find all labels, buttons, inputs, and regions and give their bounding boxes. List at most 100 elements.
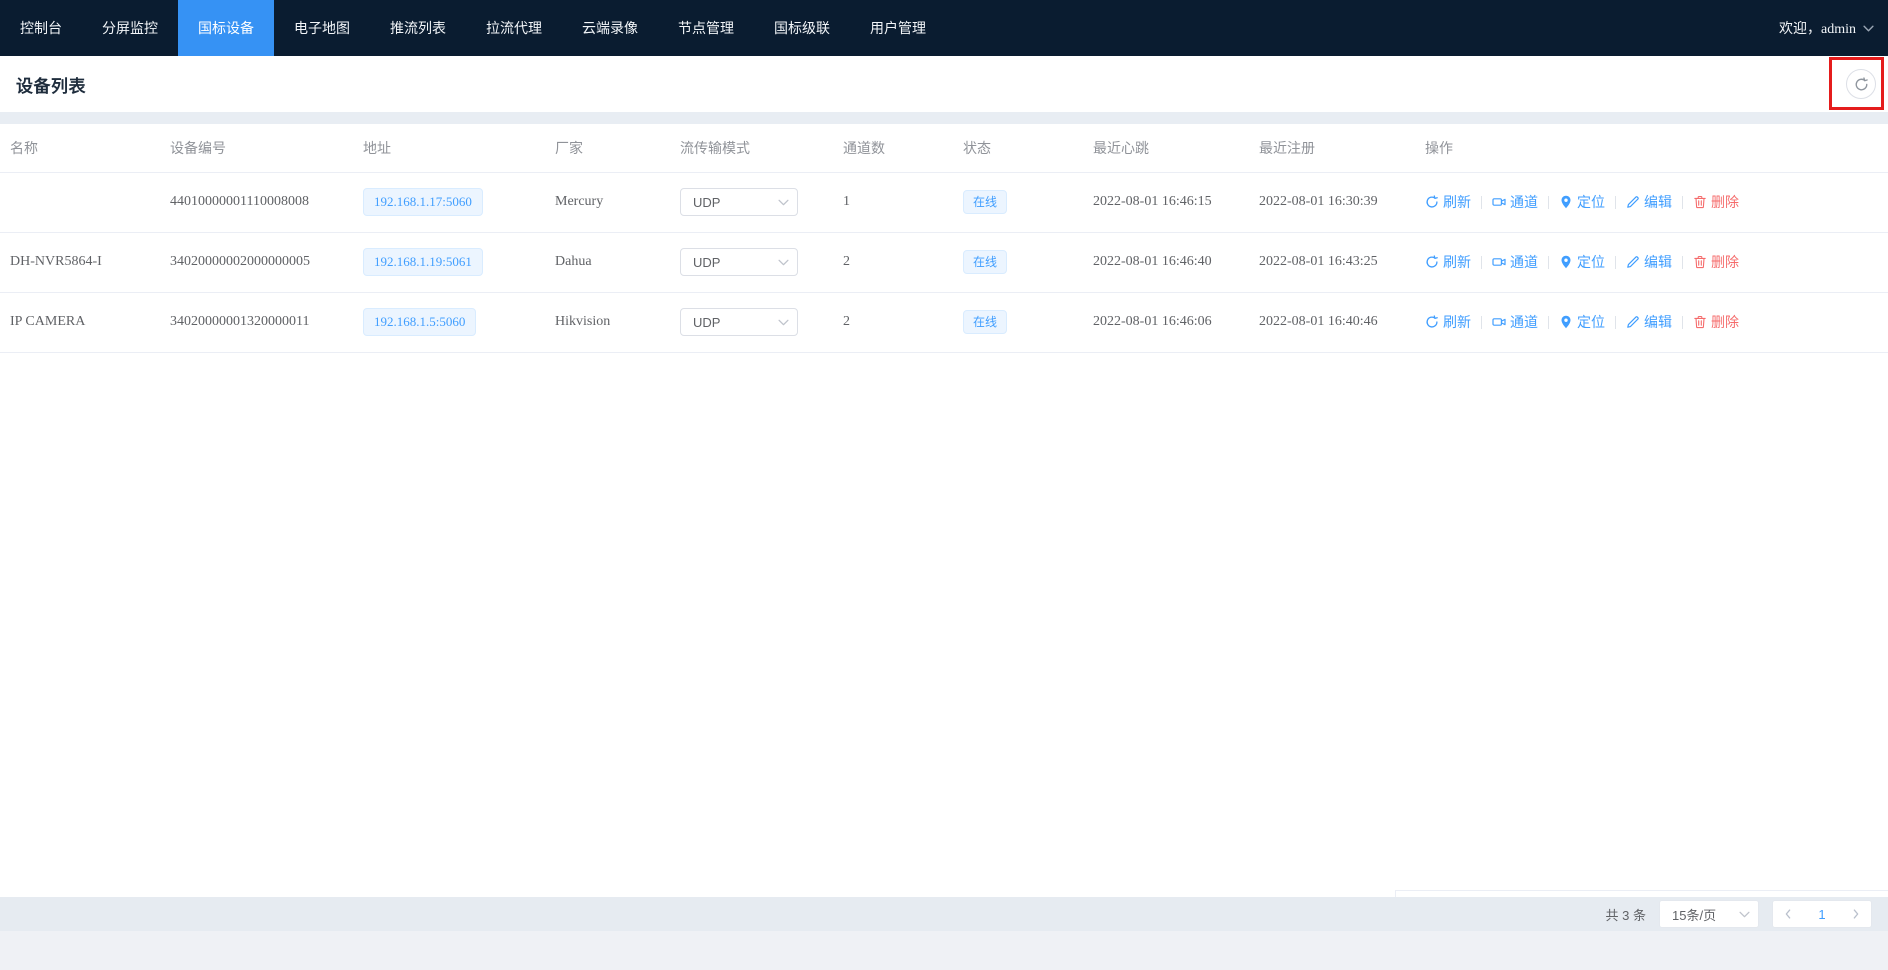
row-locate-button[interactable]: 定位 [1559, 192, 1605, 212]
stream-mode-cell: UDP [670, 292, 833, 352]
nav-tab-electronic-map[interactable]: 电子地图 [274, 0, 370, 56]
row-refresh-button[interactable]: 刷新 [1425, 312, 1471, 332]
row-delete-button[interactable]: 删除 [1693, 192, 1739, 212]
device-name-cell: IP CAMERA [0, 292, 160, 352]
status-badge: 在线 [963, 310, 1007, 334]
col-header-channel-count: 通道数 [833, 124, 953, 172]
user-menu[interactable]: 欢迎，admin [1779, 0, 1888, 56]
device-table-row: IP CAMERA 34020000001320000011 192.168.1… [0, 292, 1888, 352]
last-heartbeat-cell: 2022-08-01 16:46:06 [1083, 292, 1249, 352]
row-channels-button[interactable]: 通道 [1492, 192, 1538, 212]
chevron-down-icon [778, 259, 789, 266]
device-list-card: 名称 设备编号 地址 厂家 流传输模式 通道数 状态 最近心跳 最近注册 操作 … [0, 124, 1888, 897]
stream-mode-cell: UDP [670, 232, 833, 292]
page-number-current[interactable]: 1 [1818, 907, 1825, 922]
welcome-user-label: 欢迎，admin [1779, 18, 1856, 38]
last-heartbeat-cell: 2022-08-01 16:46:40 [1083, 232, 1249, 292]
operations-cell: 刷新 通道 [1415, 292, 1888, 352]
last-register-cell: 2022-08-01 16:43:25 [1249, 232, 1415, 292]
operations-cell: 刷新 通道 [1415, 232, 1888, 292]
edit-pencil-icon [1626, 315, 1640, 329]
chevron-down-icon [1739, 911, 1750, 918]
nav-tab-split-screen-monitor[interactable]: 分屏监控 [82, 0, 178, 56]
trash-icon [1693, 255, 1707, 269]
row-edit-button[interactable]: 编辑 [1626, 252, 1672, 272]
row-refresh-button[interactable]: 刷新 [1425, 192, 1471, 212]
nav-tab-gb-devices[interactable]: 国标设备 [178, 0, 274, 56]
page-background-gap [0, 112, 1888, 124]
action-divider [1682, 196, 1683, 209]
location-pin-icon [1559, 255, 1573, 269]
previous-page-button[interactable] [1785, 909, 1791, 919]
row-delete-button[interactable]: 删除 [1693, 312, 1739, 332]
address-tag: 192.168.1.5:5060 [363, 308, 476, 336]
col-header-status: 状态 [953, 124, 1083, 172]
row-edit-button[interactable]: 编辑 [1626, 312, 1672, 332]
col-header-manufacturer: 厂家 [545, 124, 670, 172]
row-edit-button[interactable]: 编辑 [1626, 192, 1672, 212]
refresh-icon [1425, 255, 1439, 269]
manufacturer-cell: Hikvision [545, 292, 670, 352]
action-divider [1481, 316, 1482, 329]
address-tag: 192.168.1.19:5061 [363, 248, 483, 276]
operations-cell: 刷新 通道 [1415, 172, 1888, 232]
action-divider [1682, 256, 1683, 269]
page-title-bar: 设备列表 [0, 56, 1888, 112]
nav-tab-gb-cascade[interactable]: 国标级联 [754, 0, 850, 56]
row-locate-button[interactable]: 定位 [1559, 252, 1605, 272]
row-delete-button[interactable]: 删除 [1693, 252, 1739, 272]
device-name-cell: DH-NVR5864-I [0, 232, 160, 292]
page-bottom-space [0, 931, 1888, 970]
device-address-cell: 192.168.1.17:5060 [353, 172, 545, 232]
video-camera-icon [1492, 255, 1506, 269]
stream-mode-cell: UDP [670, 172, 833, 232]
stream-mode-value: UDP [693, 315, 720, 330]
nav-tab-push-stream-list[interactable]: 推流列表 [370, 0, 466, 56]
nav-tab-node-management[interactable]: 节点管理 [658, 0, 754, 56]
pagination-bar: 共 3 条 15条/页 1 [0, 897, 1888, 931]
device-id-cell: 34020000001320000011 [160, 292, 353, 352]
row-refresh-button[interactable]: 刷新 [1425, 252, 1471, 272]
row-locate-button[interactable]: 定位 [1559, 312, 1605, 332]
last-register-cell: 2022-08-01 16:30:39 [1249, 172, 1415, 232]
edit-pencil-icon [1626, 255, 1640, 269]
device-name-cell [0, 172, 160, 232]
col-header-address: 地址 [353, 124, 545, 172]
channel-count-cell: 1 [833, 172, 953, 232]
device-table: 名称 设备编号 地址 厂家 流传输模式 通道数 状态 最近心跳 最近注册 操作 … [0, 124, 1888, 353]
fixed-column-border-patch [1395, 890, 1888, 897]
device-address-cell: 192.168.1.5:5060 [353, 292, 545, 352]
top-navbar: 控制台 分屏监控 国标设备 电子地图 推流列表 拉流代理 云端录像 节点管理 国… [0, 0, 1888, 56]
manufacturer-cell: Mercury [545, 172, 670, 232]
video-camera-icon [1492, 315, 1506, 329]
nav-tab-pull-stream-proxy[interactable]: 拉流代理 [466, 0, 562, 56]
device-id-cell: 44010000001110008008 [160, 172, 353, 232]
action-divider [1548, 256, 1549, 269]
video-camera-icon [1492, 195, 1506, 209]
nav-tab-user-management[interactable]: 用户管理 [850, 0, 946, 56]
nav-tab-console[interactable]: 控制台 [0, 0, 82, 56]
nav-tab-cloud-recording[interactable]: 云端录像 [562, 0, 658, 56]
page-size-select[interactable]: 15条/页 [1659, 900, 1759, 928]
stream-mode-select[interactable]: UDP [680, 188, 798, 216]
device-table-row: 44010000001110008008 192.168.1.17:5060 M… [0, 172, 1888, 232]
refresh-list-button[interactable] [1846, 69, 1876, 99]
status-badge: 在线 [963, 250, 1007, 274]
channel-count-cell: 2 [833, 232, 953, 292]
last-heartbeat-cell: 2022-08-01 16:46:15 [1083, 172, 1249, 232]
stream-mode-select[interactable]: UDP [680, 248, 798, 276]
address-tag: 192.168.1.17:5060 [363, 188, 483, 216]
last-register-cell: 2022-08-01 16:40:46 [1249, 292, 1415, 352]
manufacturer-cell: Dahua [545, 232, 670, 292]
col-header-name: 名称 [0, 124, 160, 172]
row-channels-button[interactable]: 通道 [1492, 312, 1538, 332]
row-channels-button[interactable]: 通道 [1492, 252, 1538, 272]
device-table-row: DH-NVR5864-I 34020000002000000005 192.16… [0, 232, 1888, 292]
stream-mode-select[interactable]: UDP [680, 308, 798, 336]
action-divider [1615, 196, 1616, 209]
col-header-operations: 操作 [1415, 124, 1888, 172]
page-title: 设备列表 [16, 72, 86, 97]
next-page-button[interactable] [1853, 909, 1859, 919]
edit-pencil-icon [1626, 195, 1640, 209]
refresh-icon [1425, 195, 1439, 209]
